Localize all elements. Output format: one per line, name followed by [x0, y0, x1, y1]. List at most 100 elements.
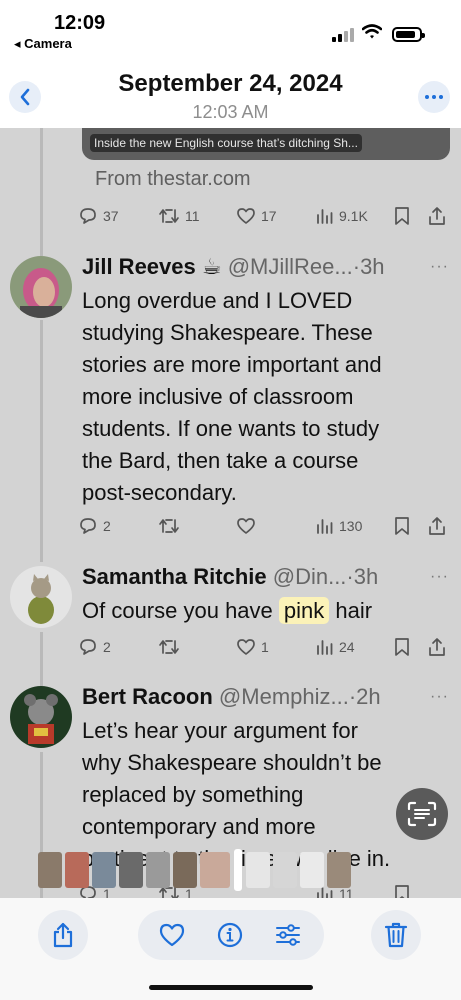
tweet-actions: 2 130	[78, 514, 450, 538]
author-handle[interactable]: @Din...	[273, 564, 347, 589]
repost-action[interactable]	[158, 514, 180, 538]
bookmark-action[interactable]	[394, 204, 410, 228]
repost-icon	[159, 640, 179, 654]
repost-action[interactable]	[158, 635, 180, 659]
photo-thumbnail[interactable]	[38, 852, 62, 888]
upload-icon	[429, 638, 445, 656]
photo-header: September 24, 2024 12:03 AM	[0, 62, 461, 128]
reply-count: 2	[103, 518, 111, 534]
photo-thumbnail-current[interactable]	[234, 849, 242, 891]
upload-icon	[429, 517, 445, 535]
reply-action[interactable]: 37	[78, 204, 119, 228]
share-button[interactable]	[38, 910, 88, 960]
adjust-button[interactable]	[274, 921, 302, 949]
tweet-line: students. If one wants to study	[82, 416, 380, 441]
tweet-more-icon[interactable]: ···	[430, 258, 449, 276]
views-action[interactable]: 9.1K	[316, 204, 368, 228]
tweet-text-part: hair	[329, 598, 373, 623]
views-chart-icon	[317, 640, 333, 655]
photo-thumbnail[interactable]	[65, 852, 89, 888]
photo-time: 12:03 AM	[192, 102, 269, 122]
bookmark-action[interactable]	[394, 635, 410, 659]
upload-icon	[429, 207, 445, 225]
photo-thumbnail[interactable]	[92, 852, 116, 888]
tweet-header: Jill Reeves ☕ @MJillRee...·3h	[82, 254, 385, 280]
reply-icon	[80, 208, 96, 224]
reply-action[interactable]: 2	[78, 635, 111, 659]
photo-thumbnail[interactable]	[173, 852, 197, 888]
views-chart-icon	[317, 209, 333, 224]
like-action[interactable]	[236, 514, 256, 538]
bookmark-icon	[395, 638, 409, 656]
photo-thumbnail[interactable]	[300, 852, 324, 888]
repost-icon	[159, 209, 179, 223]
thread-line	[40, 320, 43, 562]
post-time: ·3h	[346, 564, 379, 589]
like-action[interactable]: 17	[236, 204, 277, 228]
post-time: ·2h	[348, 684, 381, 709]
trash-icon	[384, 922, 408, 948]
reply-count: 2	[103, 639, 111, 655]
heart-icon	[237, 208, 255, 224]
author-name[interactable]: Jill Reeves ☕	[82, 254, 222, 279]
highlighted-word[interactable]: pink	[278, 597, 330, 624]
photo-thumbnail[interactable]	[119, 852, 143, 888]
delete-button[interactable]	[371, 910, 421, 960]
post-time: ·3h	[352, 254, 385, 279]
live-text-icon	[407, 801, 437, 827]
sliders-icon	[276, 924, 300, 946]
tweet-line: studying Shakespeare. These	[82, 320, 373, 345]
avatar[interactable]	[10, 566, 72, 628]
share-tweet-action[interactable]	[428, 514, 446, 538]
ellipsis-icon	[425, 95, 443, 99]
photo-thumbnail[interactable]	[246, 852, 270, 888]
views-action[interactable]: 130	[316, 514, 362, 538]
tweet-line: stories are more important and	[82, 352, 382, 377]
views-count: 130	[339, 518, 363, 534]
bookmark-icon	[395, 885, 409, 898]
share-icon	[53, 922, 73, 948]
share-tweet-action[interactable]	[428, 204, 446, 228]
views-action[interactable]: 24	[316, 635, 355, 659]
author-name[interactable]: Samantha Ritchie	[82, 564, 267, 589]
back-to-camera-link[interactable]: ◂ Camera	[14, 36, 72, 52]
link-card-source: From thestar.com	[95, 168, 251, 190]
avatar[interactable]	[10, 256, 72, 318]
like-count: 17	[261, 208, 277, 224]
more-options-button[interactable]	[418, 81, 450, 113]
reply-icon	[80, 518, 96, 534]
photo-thumbnail[interactable]	[273, 852, 297, 888]
views-chart-icon	[317, 519, 333, 534]
views-count: 24	[339, 639, 355, 655]
reply-action[interactable]: 2	[78, 514, 111, 538]
info-button[interactable]	[216, 921, 244, 949]
home-indicator	[149, 985, 313, 990]
views-count: 9.1K	[339, 208, 368, 224]
photo-viewer[interactable]: Inside the new English course that’s dit…	[0, 128, 461, 898]
thread-line	[40, 128, 43, 256]
photo-thumbnail[interactable]	[200, 852, 230, 888]
battery-icon	[392, 27, 425, 42]
like-action[interactable]: 1	[236, 635, 269, 659]
tweet-more-icon[interactable]: ···	[430, 568, 449, 586]
author-name[interactable]: Bert Racoon	[82, 684, 213, 709]
repost-action[interactable]: 11	[158, 204, 200, 228]
cellular-signal-icon	[332, 28, 354, 42]
tweet-more-icon[interactable]: ···	[430, 688, 449, 706]
photo-thumbnail[interactable]	[146, 852, 170, 888]
favorite-button[interactable]	[158, 921, 186, 949]
author-handle[interactable]: @Memphiz...	[219, 684, 349, 709]
photo-date: September 24, 2024	[118, 70, 343, 97]
share-tweet-action[interactable]	[428, 635, 446, 659]
info-icon	[217, 922, 243, 948]
live-text-button[interactable]	[396, 788, 448, 840]
author-handle[interactable]: @MJillRee...	[228, 254, 353, 279]
avatar[interactable]	[10, 686, 72, 748]
status-bar: 12:09 ◂ Camera	[0, 0, 461, 62]
bookmark-action[interactable]	[394, 882, 410, 898]
avatar-image	[10, 566, 72, 628]
bookmark-action[interactable]	[394, 514, 410, 538]
photo-thumbnail[interactable]	[327, 852, 351, 888]
tweet-text-part: Of course you have	[82, 598, 279, 623]
like-count: 1	[261, 639, 269, 655]
